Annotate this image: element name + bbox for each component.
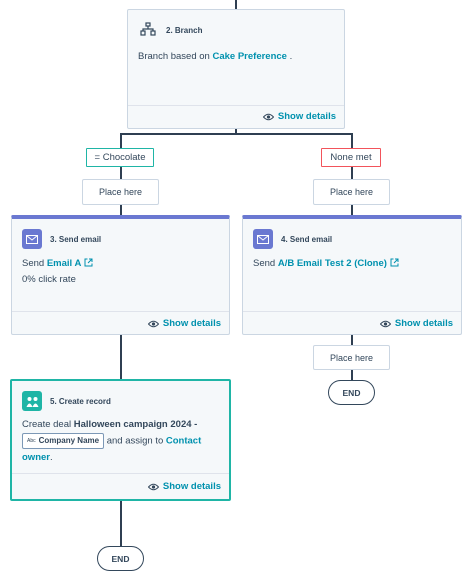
send-email-a-click-rate: 0% click rate xyxy=(22,274,76,285)
external-link-icon[interactable] xyxy=(84,258,93,267)
send-email-b-details-divider xyxy=(243,311,461,312)
company-name-token-label: Company Name xyxy=(38,436,100,445)
branch-icon xyxy=(138,20,158,40)
send-email-b-show-details-button[interactable]: Show details xyxy=(379,318,453,329)
branch-show-details-button[interactable]: Show details xyxy=(262,111,336,122)
send-email-b-header: 4. Send email xyxy=(253,229,332,249)
eye-icon xyxy=(147,483,159,490)
place-here-right-label: Place here xyxy=(329,187,374,197)
branch-property-link[interactable]: Cake Preference xyxy=(212,51,286,62)
branch-label-none-met-text: None met xyxy=(330,152,372,163)
place-here-left-label: Place here xyxy=(98,187,143,197)
send-email-a-show-details-label: Show details xyxy=(162,318,221,329)
create-record-header: 5. Create record xyxy=(22,391,111,411)
branch-card-title: 2. Branch xyxy=(166,25,203,35)
send-email-b-send-word: Send xyxy=(253,258,276,269)
end-node-right-label: END xyxy=(342,387,361,398)
connector-create-to-end xyxy=(120,500,122,546)
create-record-show-details-label: Show details xyxy=(162,481,221,492)
company-name-token[interactable]: Abc Company Name xyxy=(22,433,105,449)
eye-icon xyxy=(379,320,391,327)
create-record-prefix: Create deal xyxy=(22,419,72,430)
send-email-a-show-details-button[interactable]: Show details xyxy=(147,318,221,329)
text-token-icon: Abc xyxy=(27,438,36,444)
place-here-after-email-b-label: Place here xyxy=(329,352,374,363)
branch-label-chocolate[interactable]: = Chocolate xyxy=(86,148,154,167)
send-email-b-card[interactable]: 4. Send email Send A/B Email Test 2 (Clo… xyxy=(242,215,462,335)
branch-label-chocolate-text: = Chocolate xyxy=(94,152,146,163)
send-email-a-send-word: Send xyxy=(22,258,45,269)
connector-left-to-create xyxy=(120,334,122,380)
send-email-a-link[interactable]: Email A xyxy=(47,258,82,269)
send-email-a-details-divider xyxy=(12,311,229,312)
branch-show-details-label: Show details xyxy=(277,111,336,122)
eye-icon xyxy=(147,320,159,327)
place-here-left[interactable]: Place here xyxy=(82,179,159,205)
send-email-b-title: 4. Send email xyxy=(281,234,333,244)
create-record-owner-link-2[interactable]: owner xyxy=(22,452,50,463)
create-record-title: 5. Create record xyxy=(50,396,111,406)
external-link-icon[interactable] xyxy=(390,258,399,267)
send-email-a-header: 3. Send email xyxy=(22,229,101,249)
send-email-b-show-details-label: Show details xyxy=(394,318,453,329)
branch-card-header: 2. Branch xyxy=(138,20,202,40)
branch-details-divider xyxy=(128,105,344,106)
send-email-a-card[interactable]: 3. Send email Send Email A 0% click rate… xyxy=(11,215,230,335)
create-record-owner-link-1[interactable]: Contact xyxy=(166,436,201,447)
end-node-left-label: END xyxy=(111,553,130,564)
branch-body-suffix: . xyxy=(289,51,293,62)
send-email-b-link[interactable]: A/B Email Test 2 (Clone) xyxy=(278,258,387,269)
create-record-suffix: . xyxy=(49,451,53,463)
create-record-details-divider xyxy=(12,473,229,474)
place-here-after-email-b[interactable]: Place here xyxy=(313,345,390,370)
create-record-card[interactable]: 5. Create record Create deal Halloween c… xyxy=(10,379,231,501)
email-icon xyxy=(22,229,42,249)
send-email-b-body: Send A/B Email Test 2 (Clone) xyxy=(253,256,399,272)
connector-place-to-end-right xyxy=(351,370,353,380)
end-node-right[interactable]: END xyxy=(328,380,375,405)
send-email-a-body: Send Email A 0% click rate xyxy=(22,256,93,288)
place-here-right[interactable]: Place here xyxy=(313,179,390,205)
eye-icon xyxy=(262,113,274,120)
create-record-body: Create deal Halloween campaign 2024 - Ab… xyxy=(22,417,217,466)
email-icon xyxy=(253,229,273,249)
create-record-deal-name: Halloween campaign 2024 - xyxy=(73,419,198,430)
branch-label-none-met[interactable]: None met xyxy=(321,148,381,167)
branch-action-card[interactable]: 2. Branch Branch based on Cake Preferenc… xyxy=(127,9,345,129)
record-icon xyxy=(22,391,42,411)
send-email-a-title: 3. Send email xyxy=(50,234,102,244)
branch-body-prefix: Branch based on xyxy=(138,51,210,62)
create-record-assign-text: and assign to xyxy=(106,435,164,447)
create-record-show-details-button[interactable]: Show details xyxy=(147,481,221,492)
branch-card-body: Branch based on Cake Preference . xyxy=(138,49,292,65)
connector-horizontal xyxy=(120,133,353,135)
end-node-left[interactable]: END xyxy=(97,546,144,571)
